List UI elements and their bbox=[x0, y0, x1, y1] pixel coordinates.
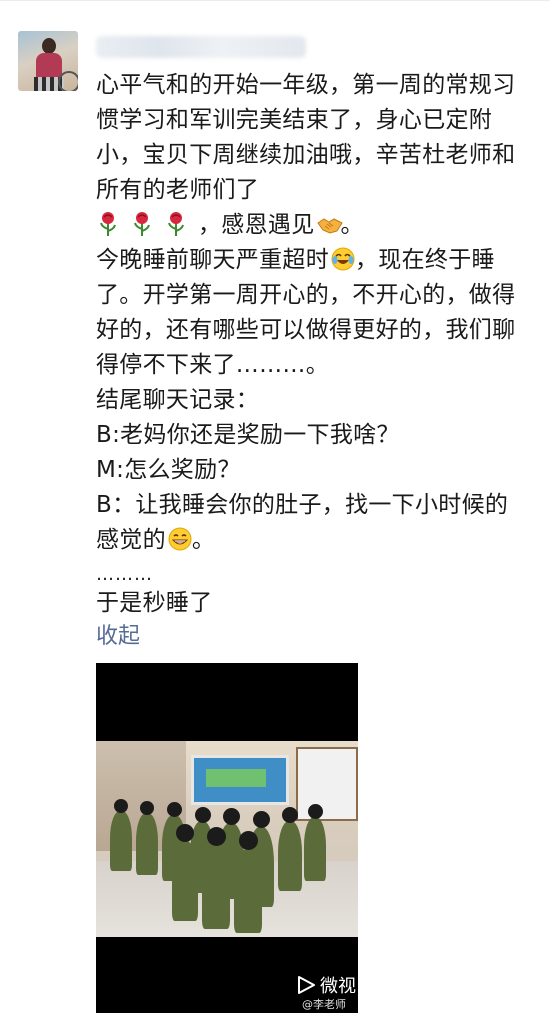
post-paragraph-7: ……… bbox=[96, 564, 153, 585]
post-paragraph-5: M:怎么奖励？ bbox=[96, 457, 241, 483]
post-text-segment: 心平气和的开始一年级，第一周的常规习惯学习和军训完美结束了，身心已定附小，宝贝下… bbox=[96, 72, 516, 203]
child-figure bbox=[304, 817, 326, 881]
avatar-bike bbox=[58, 71, 78, 91]
child-head bbox=[308, 804, 323, 819]
weishi-label: 微视 bbox=[320, 976, 356, 997]
laughing-crying-icon bbox=[331, 247, 355, 271]
author-name-blurred[interactable] bbox=[96, 36, 306, 58]
child-head bbox=[207, 827, 226, 846]
play-icon bbox=[298, 976, 315, 994]
collapse-link[interactable]: 收起 bbox=[96, 618, 140, 650]
child-head bbox=[140, 801, 154, 815]
video-username: @李老师 bbox=[302, 998, 346, 1011]
moments-post: 心平气和的开始一年级，第一周的常规习惯学习和军训完美结束了，身心已定附小，宝贝下… bbox=[0, 0, 550, 1028]
rose-icon bbox=[130, 211, 154, 237]
video-thumbnail[interactable]: 微视 @李老师 bbox=[96, 663, 358, 1013]
rose-icon bbox=[164, 211, 188, 237]
child-head bbox=[239, 831, 258, 850]
rose-icon bbox=[96, 211, 120, 237]
child-figure bbox=[110, 811, 132, 871]
child-head bbox=[195, 807, 211, 823]
child-head bbox=[253, 811, 270, 828]
avatar-figure-head bbox=[42, 38, 56, 54]
scene-board-strip bbox=[206, 769, 266, 787]
child-figure bbox=[234, 849, 262, 933]
post-text-segment: ，感恩遇见 bbox=[198, 212, 315, 238]
post-text: 心平气和的开始一年级，第一周的常规习惯学习和军训完美结束了，身心已定附小，宝贝下… bbox=[96, 68, 516, 621]
video-scene-image bbox=[96, 741, 358, 937]
avatar[interactable] bbox=[18, 31, 78, 91]
avatar-figure-body bbox=[36, 53, 62, 79]
post-paragraph-3: 结尾聊天记录： bbox=[96, 387, 260, 413]
post-paragraph-8: 于是秒睡了 bbox=[96, 590, 213, 616]
child-head bbox=[114, 799, 128, 813]
grinning-icon bbox=[168, 527, 192, 551]
post-paragraph-1: 心平气和的开始一年级，第一周的常规习惯学习和军训完美结束了，身心已定附小，宝贝下… bbox=[96, 68, 516, 243]
post-text-segment: 。 bbox=[191, 527, 216, 553]
post-paragraph-6: B：让我睡会你的肚子，找一下小时候的感觉的 。 bbox=[96, 488, 516, 558]
post-text-segment: B：让我睡会你的肚子，找一下小时候的感觉的 bbox=[96, 492, 509, 553]
child-figure bbox=[172, 841, 198, 921]
post-paragraph-2: 今晚睡前聊天严重超时 ，现在终于睡了。开学第一周开心的，不开心的，做得好的，还有… bbox=[96, 243, 516, 383]
child-head bbox=[167, 802, 182, 817]
post-text-segment: 。 bbox=[340, 212, 364, 238]
weishi-logo: 微视 bbox=[296, 972, 356, 998]
child-figure bbox=[136, 813, 158, 875]
child-head bbox=[176, 824, 194, 842]
scene-window bbox=[296, 747, 358, 821]
child-head bbox=[223, 808, 240, 825]
post-paragraph-4: B:老妈你还是奖励一下我啥？ bbox=[96, 422, 400, 448]
child-figure bbox=[278, 821, 302, 891]
child-head bbox=[282, 807, 298, 823]
post-text-segment: 今晚睡前聊天严重超时 bbox=[96, 247, 329, 273]
child-figure bbox=[202, 845, 230, 929]
handshake-icon bbox=[316, 212, 343, 234]
